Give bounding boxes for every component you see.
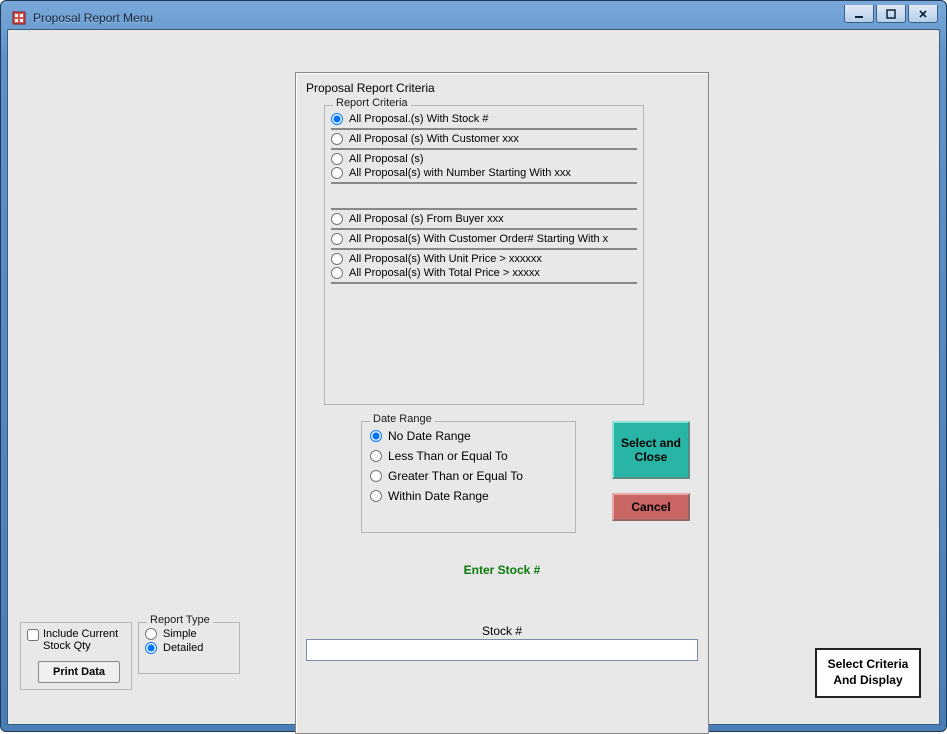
divider xyxy=(331,128,637,130)
daterange-option[interactable]: No Date Range xyxy=(362,426,575,446)
criteria-option[interactable]: All Proposal (s) With Customer xxx xyxy=(325,132,643,146)
report-type-label: Detailed xyxy=(163,642,203,654)
criteria-radio-6[interactable] xyxy=(331,253,343,265)
criteria-label: All Proposal (s) From Buyer xxx xyxy=(349,213,504,225)
criteria-label: All Proposal (s) xyxy=(349,153,424,165)
criteria-option[interactable]: All Proposal (s) From Buyer xxx xyxy=(325,212,643,226)
minimize-button[interactable] xyxy=(844,5,874,23)
titlebar[interactable]: Proposal Report Menu xyxy=(7,7,940,29)
daterange-option[interactable]: Within Date Range xyxy=(362,486,575,506)
divider xyxy=(331,148,637,150)
cancel-button[interactable]: Cancel xyxy=(612,493,690,521)
daterange-option[interactable]: Less Than or Equal To xyxy=(362,446,575,466)
stock-number-input[interactable] xyxy=(306,639,698,661)
criteria-label: All Proposal (s) With Customer xxx xyxy=(349,133,519,145)
criteria-label: All Proposal(s) With Total Price > xxxxx xyxy=(349,267,540,279)
criteria-label: All Proposal.(s) With Stock # xyxy=(349,113,488,125)
divider xyxy=(331,182,637,184)
criteria-label: All Proposal(s) With Customer Order# Sta… xyxy=(349,233,608,245)
criteria-option[interactable]: All Proposal(s) With Total Price > xxxxx xyxy=(325,266,643,280)
enter-stock-prompt: Enter Stock # xyxy=(296,563,708,577)
select-and-close-button[interactable]: Select and Close xyxy=(612,421,690,479)
dialog-title: Proposal Report Criteria xyxy=(296,73,708,99)
criteria-label: All Proposal(s) with Number Starting Wit… xyxy=(349,167,571,179)
criteria-radio-7[interactable] xyxy=(331,267,343,279)
print-data-button[interactable]: Print Data xyxy=(38,661,120,683)
include-current-group: Include Current Stock Qty Print Data xyxy=(20,622,132,690)
criteria-option[interactable]: All Proposal(s) with Number Starting Wit… xyxy=(325,166,643,180)
select-criteria-and-display-button[interactable]: Select Criteria And Display xyxy=(815,648,921,698)
window-title: Proposal Report Menu xyxy=(33,11,153,25)
divider xyxy=(331,228,637,230)
report-criteria-legend: Report Criteria xyxy=(333,97,411,109)
criteria-radio-3[interactable] xyxy=(331,167,343,179)
daterange-label: No Date Range xyxy=(388,429,471,443)
criteria-radio-1[interactable] xyxy=(331,133,343,145)
report-type-radio-simple[interactable] xyxy=(145,628,157,640)
daterange-radio-2[interactable] xyxy=(370,470,382,482)
report-type-radio-detailed[interactable] xyxy=(145,642,157,654)
daterange-radio-3[interactable] xyxy=(370,490,382,502)
report-type-label: Simple xyxy=(163,628,197,640)
divider xyxy=(331,282,637,284)
stock-field-label: Stock # xyxy=(296,624,708,638)
criteria-radio-0[interactable] xyxy=(331,113,343,125)
date-range-legend: Date Range xyxy=(370,413,435,425)
criteria-radio-2[interactable] xyxy=(331,153,343,165)
report-type-option[interactable]: Detailed xyxy=(139,641,239,655)
criteria-option[interactable]: All Proposal.(s) With Stock # xyxy=(325,112,643,126)
criteria-option[interactable]: All Proposal (s) xyxy=(325,152,643,166)
window-frame: Proposal Report Menu Proposal Report Cri… xyxy=(0,0,947,732)
criteria-radio-4[interactable] xyxy=(331,213,343,225)
daterange-label: Within Date Range xyxy=(388,489,489,503)
maximize-button[interactable] xyxy=(876,5,906,23)
report-type-legend: Report Type xyxy=(147,614,213,626)
close-button[interactable] xyxy=(908,5,938,23)
report-type-option[interactable]: Simple xyxy=(139,627,239,641)
window-buttons xyxy=(844,5,938,23)
daterange-label: Greater Than or Equal To xyxy=(388,469,523,483)
criteria-option[interactable]: All Proposal(s) With Unit Price > xxxxxx xyxy=(325,252,643,266)
include-current-checkbox[interactable] xyxy=(27,629,39,641)
divider xyxy=(331,208,637,210)
report-criteria-group: Report Criteria All Proposal.(s) With St… xyxy=(324,105,644,405)
divider xyxy=(331,248,637,250)
daterange-option[interactable]: Greater Than or Equal To xyxy=(362,466,575,486)
client-area: Proposal Report Criteria Report Criteria… xyxy=(7,29,940,725)
spacer xyxy=(325,186,643,206)
date-range-group: Date Range No Date Range Less Than or Eq… xyxy=(361,421,576,533)
include-current-label: Include Current Stock Qty xyxy=(43,628,125,652)
app-icon xyxy=(11,10,27,26)
criteria-dialog: Proposal Report Criteria Report Criteria… xyxy=(295,72,709,734)
criteria-option[interactable]: All Proposal(s) With Customer Order# Sta… xyxy=(325,232,643,246)
include-current-row[interactable]: Include Current Stock Qty xyxy=(21,623,131,652)
criteria-label: All Proposal(s) With Unit Price > xxxxxx xyxy=(349,253,542,265)
report-type-group: Report Type Simple Detailed xyxy=(138,622,240,674)
criteria-radio-5[interactable] xyxy=(331,233,343,245)
daterange-radio-0[interactable] xyxy=(370,430,382,442)
daterange-radio-1[interactable] xyxy=(370,450,382,462)
daterange-label: Less Than or Equal To xyxy=(388,449,508,463)
